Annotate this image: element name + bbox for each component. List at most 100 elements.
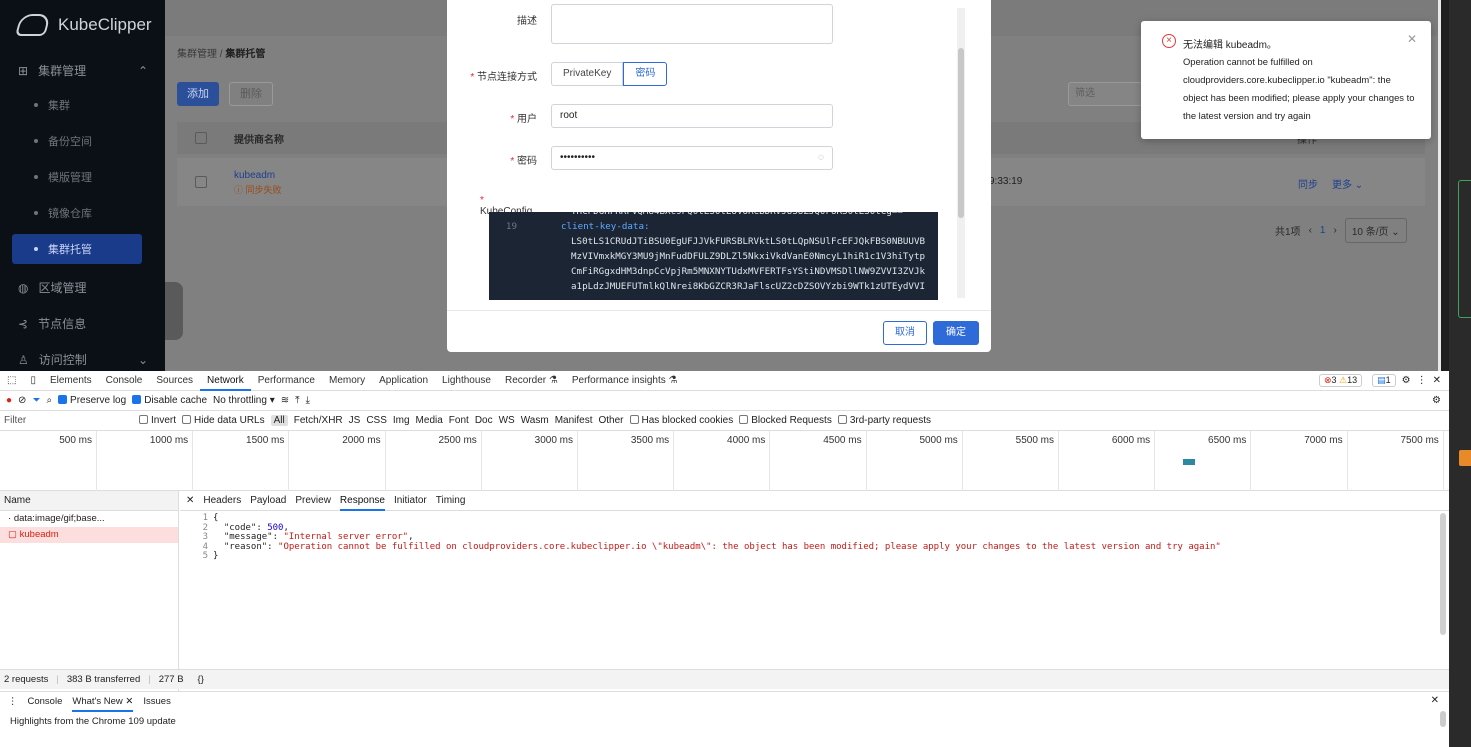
cancel-button[interactable]: 取消 [883,321,927,345]
select-all-checkbox[interactable] [195,132,207,144]
password-option[interactable]: 密码 [623,62,668,86]
filter-option-hide-data-urls[interactable]: Hide data URLs [182,415,265,426]
filter-option-wasm[interactable]: Wasm [521,415,549,426]
detail-tab-response[interactable]: Response [339,491,385,511]
devtools-tab-console[interactable]: Console [99,371,150,391]
throttling-select[interactable]: No throttling ▾ [213,395,275,406]
drawer-tab-console[interactable]: Console [28,696,63,707]
devtools-tab-lighthouse[interactable]: Lighthouse [435,371,498,391]
close-drawer-icon[interactable]: ✕ [1431,695,1439,706]
search-icon[interactable]: ⌕ [46,395,52,406]
detail-tab-preview[interactable]: Preview [295,495,331,506]
devtools-tab-performance-insights[interactable]: Performance insights ⚗ [565,371,685,391]
messages-counter[interactable]: ▤1 [1372,374,1396,387]
issues-counter[interactable]: ⊗3 ⚠13 [1318,374,1363,387]
more-options-icon[interactable]: ⋮ [1417,375,1427,386]
modal-scrollbar[interactable] [957,8,965,298]
filter-option-css[interactable]: CSS [366,415,387,426]
side-app-icon[interactable] [1459,450,1471,466]
user-input[interactable]: root [551,104,833,128]
filter-option-font[interactable]: Font [449,415,469,426]
filter-option-all[interactable]: All [270,415,288,426]
devtools-tab-recorder[interactable]: Recorder ⚗ [498,371,565,391]
clear-icon[interactable]: ⊘ [18,395,26,406]
detail-tab-headers[interactable]: Headers [203,495,241,506]
filter-option-media[interactable]: Media [416,415,443,426]
filter-option-js[interactable]: JS [349,415,361,426]
devtools-tab-elements[interactable]: Elements [43,371,99,391]
drawer-tab-issues[interactable]: Issues [143,696,170,707]
filter-funnel-icon[interactable]: ⏷ [32,395,40,406]
filter-option-fetch-xhr[interactable]: Fetch/XHR [294,415,343,426]
pretty-print-icon[interactable]: {} [198,674,204,685]
filter-option-blocked-requests[interactable]: Blocked Requests [739,415,832,426]
eye-off-icon[interactable]: ◌ [818,147,824,169]
sidebar-item[interactable]: 集群 [12,90,142,120]
detail-tab-timing[interactable]: Timing [436,495,466,506]
row-more-dropdown[interactable]: 更多 ⌄ [1332,176,1363,191]
network-overview-timeline[interactable]: 500 ms 1000 ms 1500 ms 2000 ms 2500 ms 3000 m… [0,431,1449,491]
sidebar-item[interactable]: ♙ 访问控制 ⌄ [18,351,148,368]
password-input[interactable]: •••••••••• ◌ [551,146,833,170]
drawer-tab-what-s-new[interactable]: What's New ✕ [72,692,134,712]
record-icon[interactable]: ● [6,395,12,406]
kubeconfig-editor[interactable]: THCPDGHFRRFVQM84BXc9PQ0tLS0tLUVORCBDRVJU… [489,212,938,300]
prev-page-icon[interactable]: ‹ [1309,225,1312,236]
nav-group-cluster-management[interactable]: ⊞ 集群管理 ⌃ [18,62,148,79]
name-column-header[interactable]: Name [0,491,178,511]
filter-input[interactable]: 筛选 [1068,82,1143,106]
delete-button[interactable]: 删除 [229,82,273,106]
privatekey-option[interactable]: PrivateKey [551,62,624,86]
page-size-select[interactable]: 10 条/页 ⌄ [1344,218,1407,243]
filter-option-invert[interactable]: Invert [139,415,176,426]
import-har-icon[interactable]: ⤒ [295,395,299,406]
close-tab-icon[interactable]: ✕ [123,696,133,707]
sidebar-item[interactable]: 镜像仓库 [12,198,142,228]
sidebar-item[interactable]: 集群托管 [12,234,142,264]
drawer-menu-icon[interactable]: ⋮ [8,696,18,707]
devtools-tab-network[interactable]: Network [200,371,251,391]
drawer-scrollbar[interactable] [1440,711,1446,727]
wifi-conditions-icon[interactable]: ≋ [281,395,289,406]
detail-tab-payload[interactable]: Payload [250,495,286,506]
filter-input-devtools[interactable]: Filter [4,415,132,426]
filter-option-3rd-party-requests[interactable]: 3rd-party requests [837,415,931,426]
filter-option-img[interactable]: Img [393,415,410,426]
devtools-tab-sources[interactable]: Sources [149,371,200,391]
add-button[interactable]: 添加 [177,82,219,106]
network-settings-gear-icon[interactable]: ⚙ [1432,395,1449,406]
sidebar-item[interactable]: ⊰ 节点信息 [18,315,148,332]
close-detail-icon[interactable]: ✕ [186,495,194,506]
disable-cache-checkbox[interactable]: Disable cache [132,395,207,406]
settings-gear-icon[interactable]: ⚙ [1402,375,1411,386]
close-devtools-icon[interactable]: ✕ [1433,375,1441,386]
response-scrollbar[interactable] [1440,513,1446,635]
filter-option-doc[interactable]: Doc [475,415,493,426]
devtools-tab-memory[interactable]: Memory [322,371,372,391]
logo[interactable]: KubeClipper [15,14,152,36]
filter-option-has-blocked-cookies[interactable]: Has blocked cookies [629,415,733,426]
preserve-log-checkbox[interactable]: Preserve log [58,395,126,406]
modal-scrollbar-thumb[interactable] [958,48,964,218]
detail-tab-initiator[interactable]: Initiator [394,495,427,506]
inspect-element-icon[interactable]: ⬚ [0,371,23,391]
row-sync-link[interactable]: 同步 [1298,176,1318,191]
breadcrumb-root[interactable]: 集群管理 [177,49,217,60]
request-row-data-image[interactable]: · data:image/gif;base... [0,511,178,527]
row-checkbox[interactable] [195,176,207,188]
sidebar-item[interactable]: 模版管理 [12,162,142,192]
device-toolbar-icon[interactable]: ▯ [23,371,43,391]
devtools-tab-performance[interactable]: Performance [251,371,322,391]
sidebar-item[interactable]: ◍ 区域管理 [18,279,148,296]
next-page-icon[interactable]: › [1333,225,1336,236]
request-row-kubeadm[interactable]: ▢ kubeadm [0,527,178,543]
row-name-link[interactable]: kubeadm [234,170,275,181]
export-har-icon[interactable]: ⤓ [306,395,310,406]
filter-option-other[interactable]: Other [598,415,623,426]
description-textarea[interactable] [551,4,833,44]
page-number[interactable]: 1 [1320,225,1326,236]
filter-option-ws[interactable]: WS [499,415,515,426]
close-icon[interactable]: ✕ [1407,32,1417,46]
page-scrollbar[interactable] [1438,0,1441,371]
devtools-tab-application[interactable]: Application [372,371,435,391]
